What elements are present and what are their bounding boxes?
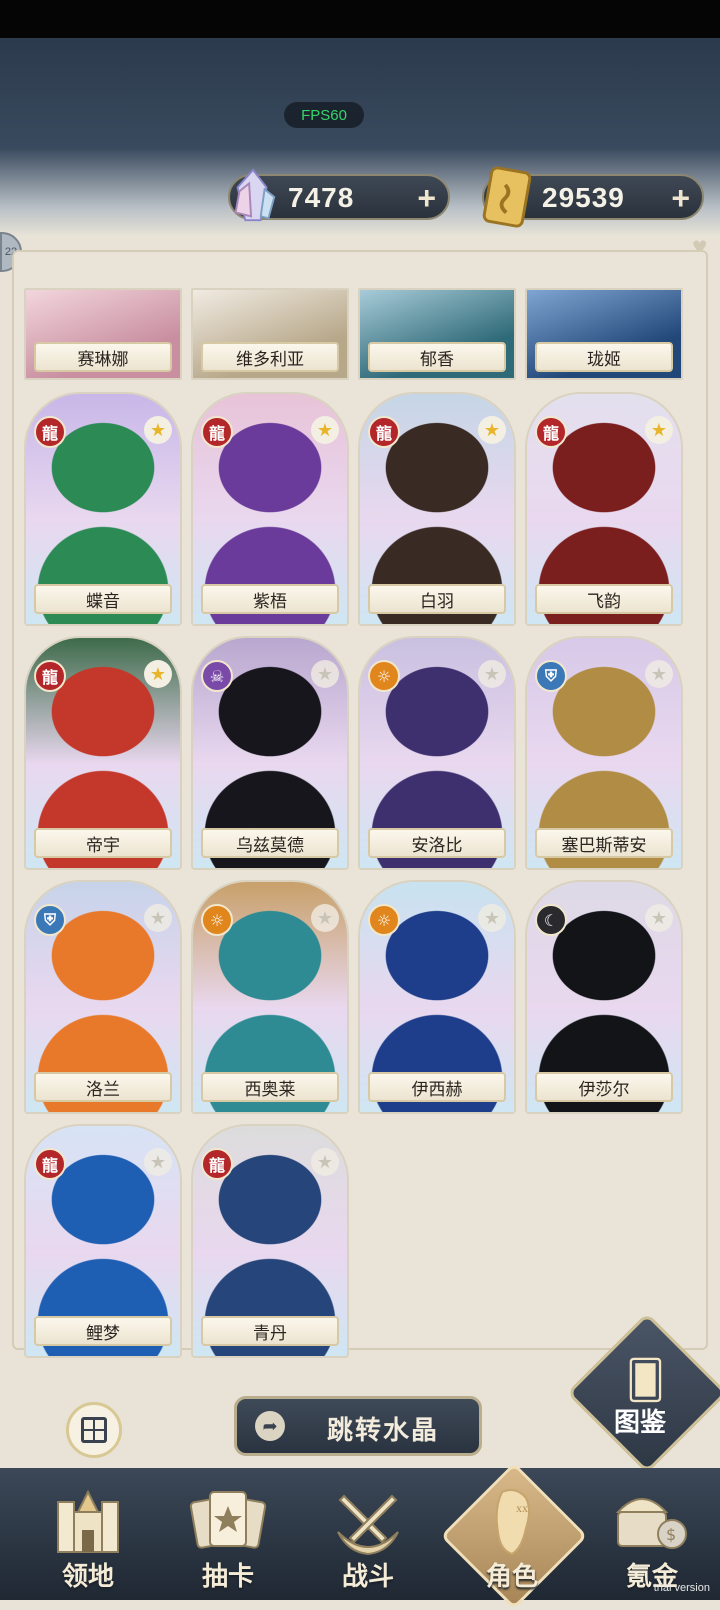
dragon-faction-icon: 龍 (535, 416, 567, 448)
grid-icon (81, 1417, 107, 1443)
character-card[interactable]: 龍 ★ 白羽 (358, 392, 516, 626)
jump-crystal-button[interactable]: ➦ 跳转水晶 (234, 1396, 482, 1456)
nav-gacha[interactable]: 抽卡 (168, 1478, 288, 1596)
character-card[interactable]: ⛨ ★ 洛兰 (24, 880, 182, 1114)
character-card[interactable]: 龍 ★ 鲤梦 (24, 1124, 182, 1358)
character-card[interactable]: ☾ ★ 伊莎尔 (525, 880, 683, 1114)
ticket-add-button[interactable]: + (671, 180, 690, 217)
character-card[interactable]: ☼ ★ 伊西赫 (358, 880, 516, 1114)
nav-label: 战斗 (341, 1562, 394, 1591)
svg-text:$: $ (666, 1525, 676, 1544)
codex-label: 图鉴 (614, 1408, 667, 1437)
character-card[interactable]: ☼ ★ 安洛比 (358, 636, 516, 870)
favorite-star-icon[interactable]: ★ (645, 416, 673, 444)
favorite-star-icon[interactable]: ★ (144, 1148, 172, 1176)
crystal-currency: 7478 + (228, 168, 450, 222)
knight-faction-icon: ⛨ (34, 904, 66, 936)
demon-faction-icon: ☠ (201, 660, 233, 692)
favorite-star-icon[interactable]: ★ (645, 660, 673, 688)
arrow-icon: ➦ (255, 1411, 285, 1441)
character-card[interactable]: ⛨ ★ 塞巴斯蒂安 (525, 636, 683, 870)
crystal-amount: 7478 (288, 182, 355, 213)
character-name: 西奥莱 (201, 1072, 339, 1102)
character-name: 伊西赫 (368, 1072, 506, 1102)
character-name: 洛兰 (34, 1072, 172, 1102)
character-card[interactable]: 赛琳娜 (24, 288, 182, 380)
character-card[interactable]: ☼ ★ 西奥莱 (191, 880, 349, 1114)
dragon-faction-icon: 龍 (34, 660, 66, 692)
nav-territory[interactable]: 领地 (28, 1478, 148, 1596)
character-card[interactable]: 龍 ★ 青丹 (191, 1124, 349, 1358)
character-name: 珑姬 (535, 342, 673, 372)
nav-label: 领地 (61, 1562, 114, 1591)
cards-icon: 🂠 (626, 1360, 665, 1402)
status-bar (0, 0, 720, 38)
fps-counter: FPS60 (284, 102, 364, 128)
character-name: 郁香 (368, 342, 506, 372)
nav-shop[interactable]: $ 氪金 (592, 1478, 712, 1596)
character-card[interactable]: 维多利亚 (191, 288, 349, 380)
favorite-star-icon[interactable]: ★ (478, 904, 506, 932)
jump-crystal-label: 跳转水晶 (327, 1416, 440, 1445)
character-name: 青丹 (201, 1316, 339, 1346)
character-card[interactable]: 龍 ★ 帝宇 (24, 636, 182, 870)
dragon-faction-icon: 龍 (34, 416, 66, 448)
ticket-amount: 29539 (542, 182, 625, 213)
sun-faction-icon: ☼ (368, 660, 400, 692)
moon-faction-icon: ☾ (535, 904, 567, 936)
sun-faction-icon: ☼ (368, 904, 400, 936)
character-name: 赛琳娜 (34, 342, 172, 372)
crystal-icon (234, 168, 276, 222)
character-name: 鲤梦 (34, 1316, 172, 1346)
favorite-star-icon[interactable]: ★ (645, 904, 673, 932)
dragon-faction-icon: 龍 (201, 416, 233, 448)
character-card[interactable]: 珑姬 (525, 288, 683, 380)
character-name: 乌兹莫德 (201, 828, 339, 858)
castle-icon (57, 1489, 119, 1553)
favorite-star-icon[interactable]: ★ (478, 416, 506, 444)
svg-text:xx: xx (516, 1501, 528, 1515)
nav-label: 抽卡 (201, 1562, 254, 1591)
character-name: 帝宇 (34, 828, 172, 858)
character-name: 塞巴斯蒂安 (535, 828, 673, 858)
character-icon: xx (495, 1489, 530, 1556)
cards-icon (189, 1491, 267, 1549)
character-card[interactable]: 郁香 (358, 288, 516, 380)
nav-battle[interactable]: 战斗 (308, 1478, 428, 1596)
character-name: 飞韵 (535, 584, 673, 614)
character-card[interactable]: 龍 ★ 飞韵 (525, 392, 683, 626)
character-name: 蝶音 (34, 584, 172, 614)
character-name: 安洛比 (368, 828, 506, 858)
favorite-star-icon[interactable]: ★ (144, 416, 172, 444)
dragon-faction-icon: 龍 (368, 416, 400, 448)
dragon-faction-icon: 龍 (34, 1148, 66, 1180)
favorite-star-icon[interactable]: ★ (311, 660, 339, 688)
favorite-star-icon[interactable]: ★ (311, 904, 339, 932)
character-name: 紫梧 (201, 584, 339, 614)
character-name: 维多利亚 (201, 342, 339, 372)
character-name: 白羽 (368, 584, 506, 614)
ticket-icon (482, 166, 532, 228)
crystal-add-button[interactable]: + (417, 180, 436, 217)
favorite-star-icon[interactable]: ★ (478, 660, 506, 688)
character-card[interactable]: ☠ ★ 乌兹莫德 (191, 636, 349, 870)
sun-faction-icon: ☼ (201, 904, 233, 936)
swords-icon (337, 1494, 399, 1556)
favorite-star-icon[interactable]: ★ (144, 904, 172, 932)
treasure-chest-icon: $ (615, 1498, 687, 1549)
favorite-star-icon[interactable]: ★ (311, 1148, 339, 1176)
character-card[interactable]: 龍 ★ 紫梧 (191, 392, 349, 626)
nav-character[interactable]: xx 角色 (452, 1478, 572, 1596)
character-name: 伊莎尔 (535, 1072, 673, 1102)
favorite-star-icon[interactable]: ★ (311, 416, 339, 444)
favorite-star-icon[interactable]: ★ (144, 660, 172, 688)
character-card[interactable]: 龍 ★ 蝶音 (24, 392, 182, 626)
ticket-currency: 29539 + (482, 166, 704, 228)
nav-label: 角色 (485, 1562, 538, 1591)
trial-watermark: trial version (653, 1582, 710, 1594)
dragon-faction-icon: 龍 (201, 1148, 233, 1180)
knight-faction-icon: ⛨ (535, 660, 567, 692)
layout-toggle-button[interactable] (66, 1402, 122, 1458)
